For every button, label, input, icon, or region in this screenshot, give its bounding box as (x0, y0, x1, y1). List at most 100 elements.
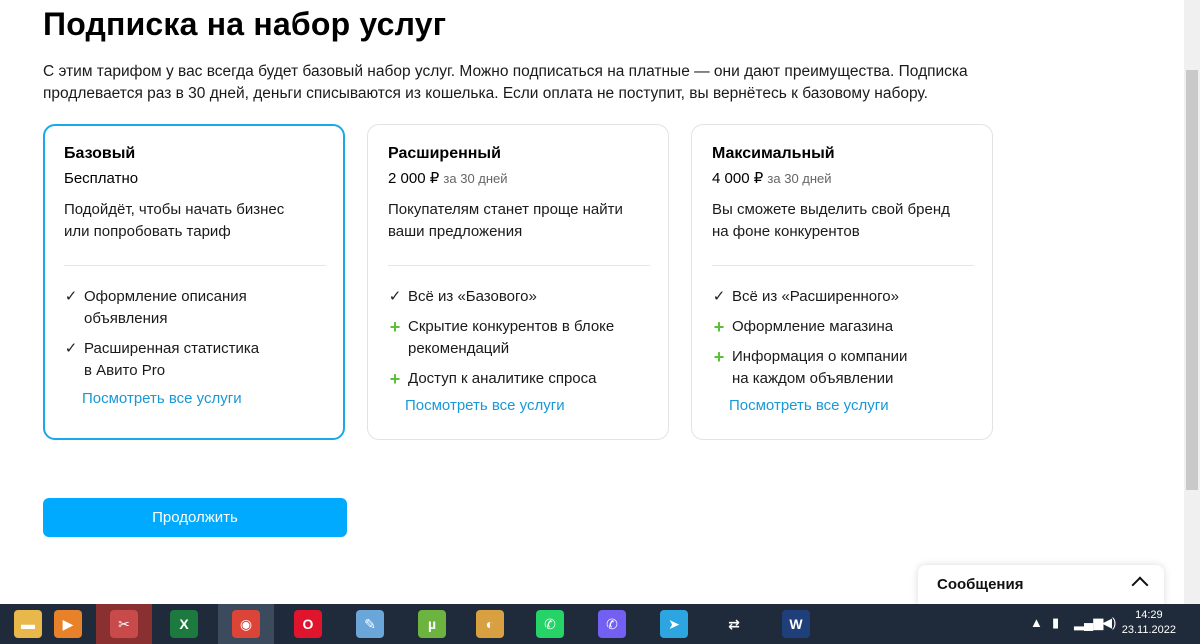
feature-item: ✓ Оформление описания объявления (64, 286, 326, 330)
telegram-icon: ➤ (660, 610, 688, 638)
feature-text-line-1: Расширенная статистика (84, 340, 260, 357)
plan-description-line-1: Вы сможете выделить свой бренд (712, 201, 950, 218)
feature-item: + Оформление магазина (712, 316, 974, 338)
taskbar-app-button[interactable]: ➤ (646, 604, 702, 644)
messages-label: Сообщения (937, 576, 1024, 593)
page: Подписка на набор услуг С этим тарифом у… (0, 0, 1184, 604)
taskbar-app-button[interactable]: ◐ (462, 604, 518, 644)
tray-expand-icon[interactable]: ▲ (1030, 615, 1043, 630)
card-divider (64, 265, 326, 266)
plan-period: за 30 дней (443, 171, 508, 186)
taskbar: ▬ ▶ ✂ X ◉ O ✎ µ ◐ ✆ ✆ ➤ ⇄ W ▲ ▮ ▂▄▆ ◀) 14:29 23.11.20… (0, 604, 1200, 644)
plan-name: Максимальный (712, 145, 835, 162)
chrome-icon: ◉ (232, 610, 260, 638)
see-all-services-link[interactable]: Посмотреть все услуги (405, 397, 565, 414)
feature-text-line-1: Всё из «Расширенного» (732, 288, 899, 305)
notepad-icon: ✎ (356, 610, 384, 638)
plan-period: за 30 дней (767, 171, 832, 186)
plan-price: Бесплатно (64, 168, 326, 190)
intro-line-1: С этим тарифом у вас всегда будет базовы… (43, 63, 968, 80)
excel-icon: X (170, 610, 198, 638)
taskbar-app-button[interactable]: ✂ (96, 604, 152, 644)
plus-icon: + (713, 317, 725, 337)
shuffle-icon: ⇄ (720, 610, 748, 638)
media-player-icon: ▶ (54, 610, 82, 638)
feature-item: ✓ Всё из «Расширенного» (712, 286, 974, 308)
feature-item: + Информация о компании на каждом объявл… (712, 346, 974, 390)
plan-card-maximum[interactable]: Максимальный 4 000 ₽ за 30 дней Вы сможе… (691, 124, 993, 440)
plan-description: Покупателям станет проще найти ваши пред… (388, 199, 650, 243)
feature-text-line-1: Информация о компании (732, 348, 908, 365)
viber-icon: ✆ (598, 610, 626, 638)
taskbar-app-button[interactable]: ✆ (522, 604, 578, 644)
plan-description-line-1: Подойдёт, чтобы начать бизнес (64, 201, 285, 218)
taskbar-app-button[interactable]: W (768, 604, 824, 644)
plan-description-line-2: или попробовать тариф (64, 223, 231, 240)
taskbar-app-button[interactable]: ◉ (218, 604, 274, 644)
feature-text-line-2: в Авито Pro (84, 362, 166, 379)
explorer-icon: ▬ (14, 610, 42, 638)
plan-description-line-2: ваши предложения (388, 223, 523, 240)
clock-time: 14:29 (1135, 609, 1163, 621)
see-all-services-link[interactable]: Посмотреть все услуги (82, 390, 242, 407)
feature-item: + Скрытие конкурентов в блоке рекомендац… (388, 316, 650, 360)
word-icon: W (782, 610, 810, 638)
card-divider (388, 265, 650, 266)
utorrent-icon: µ (418, 610, 446, 638)
plan-description: Подойдёт, чтобы начать бизнес или попроб… (64, 199, 326, 243)
check-icon: ✓ (64, 340, 78, 357)
taskbar-app-button[interactable]: X (156, 604, 212, 644)
palette-icon: ◐ (476, 610, 504, 638)
plan-price: 2 000 ₽ за 30 дней (388, 168, 650, 190)
taskbar-app-button[interactable]: ⇄ (706, 604, 762, 644)
taskbar-app-button[interactable]: ✆ (584, 604, 640, 644)
intro-text: С этим тарифом у вас всегда будет базовы… (43, 61, 1003, 105)
paint-icon: ✂ (110, 610, 138, 638)
feature-text-line-2: на каждом объявлении (732, 370, 894, 387)
plan-name: Расширенный (388, 145, 501, 162)
system-clock[interactable]: 14:29 23.11.2022 (1122, 608, 1176, 638)
system-tray: ▲ ▮ ▂▄▆ ◀) 14:29 23.11.2022 (1010, 604, 1200, 644)
feature-text-line-1: Всё из «Базового» (408, 288, 537, 305)
feature-list: ✓ Всё из «Расширенного» + Оформление маг… (712, 286, 974, 398)
page-scrollbar[interactable] (1184, 0, 1200, 604)
continue-button[interactable]: Продолжить (43, 498, 347, 537)
check-icon: ✓ (388, 288, 402, 305)
feature-list: ✓ Всё из «Базового» + Скрытие конкуренто… (388, 286, 650, 398)
feature-item: + Доступ к аналитике спроса (388, 368, 650, 390)
plan-price-value: 2 000 ₽ (388, 170, 440, 187)
network-icon[interactable]: ▂▄▆ (1074, 615, 1103, 631)
plus-icon: + (389, 369, 401, 389)
taskbar-app-button[interactable]: ▶ (40, 604, 96, 644)
plan-description-line-2: на фоне конкурентов (712, 223, 860, 240)
feature-list: ✓ Оформление описания объявления ✓ Расши… (64, 286, 326, 390)
feature-item: ✓ Всё из «Базового» (388, 286, 650, 308)
feature-text-line-1: Доступ к аналитике спроса (408, 370, 597, 387)
plan-card-extended[interactable]: Расширенный 2 000 ₽ за 30 дней Покупател… (367, 124, 669, 440)
taskbar-app-button[interactable]: ✎ (342, 604, 398, 644)
scrollbar-thumb[interactable] (1186, 70, 1198, 490)
feature-text-line-2: рекомендаций (408, 340, 510, 357)
card-divider (712, 265, 974, 266)
plan-price-value: Бесплатно (64, 170, 139, 187)
plan-description-line-1: Покупателям станет проще найти (388, 201, 623, 218)
page-title: Подписка на набор услуг (43, 6, 447, 42)
taskbar-app-button[interactable]: O (280, 604, 336, 644)
plan-price: 4 000 ₽ за 30 дней (712, 168, 974, 190)
check-icon: ✓ (64, 288, 78, 305)
battery-icon[interactable]: ▮ (1052, 615, 1059, 631)
feature-item: ✓ Расширенная статистика в Авито Pro (64, 338, 326, 382)
plan-price-value: 4 000 ₽ (712, 170, 764, 187)
check-icon: ✓ (712, 288, 726, 305)
taskbar-app-button[interactable]: µ (404, 604, 460, 644)
feature-text-line-1: Оформление магазина (732, 318, 894, 335)
plan-name: Базовый (64, 145, 136, 162)
whatsapp-icon: ✆ (536, 610, 564, 638)
volume-icon[interactable]: ◀) (1102, 615, 1116, 631)
see-all-services-link[interactable]: Посмотреть все услуги (729, 397, 889, 414)
messages-panel[interactable]: Сообщения (918, 565, 1164, 604)
chevron-up-icon[interactable] (1131, 576, 1149, 594)
plan-card-basic[interactable]: Базовый Бесплатно Подойдёт, чтобы начать… (43, 124, 345, 440)
feature-text-line-1: Скрытие конкурентов в блоке (408, 318, 615, 335)
feature-text-line-2: объявления (84, 310, 168, 327)
